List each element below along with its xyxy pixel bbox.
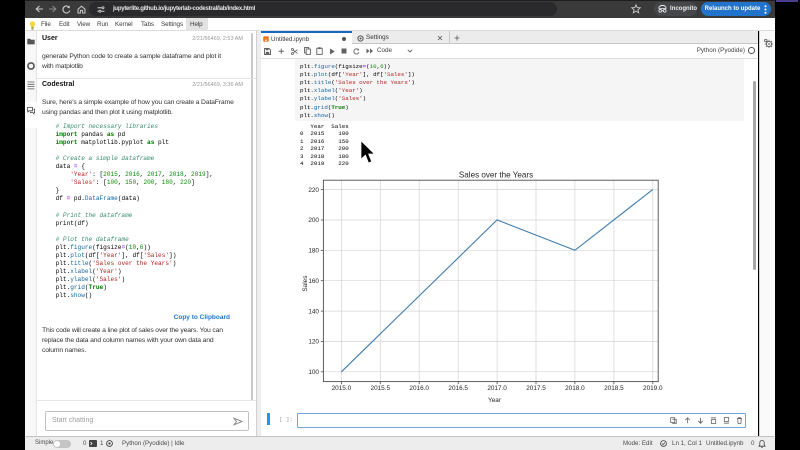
svg-text:Year: Year <box>488 397 502 404</box>
svg-text:2017.0: 2017.0 <box>487 385 507 392</box>
svg-text:2016.0: 2016.0 <box>409 385 429 392</box>
svg-text:2017.5: 2017.5 <box>526 385 546 392</box>
svg-text:2015.0: 2015.0 <box>332 385 352 392</box>
svg-text:200: 200 <box>308 217 319 224</box>
svg-text:140: 140 <box>308 308 319 315</box>
svg-text:2018.5: 2018.5 <box>604 385 624 392</box>
svg-text:2015.5: 2015.5 <box>371 385 391 392</box>
svg-text:Sales: Sales <box>302 276 309 292</box>
svg-text:180: 180 <box>308 248 319 255</box>
svg-text:160: 160 <box>308 278 319 285</box>
svg-text:100: 100 <box>308 369 319 376</box>
svg-text:2018.0: 2018.0 <box>565 385 585 392</box>
svg-text:2019.0: 2019.0 <box>643 385 663 392</box>
svg-text:Sales over the Years: Sales over the Years <box>459 171 533 180</box>
svg-text:120: 120 <box>308 339 319 346</box>
svg-text:2016.5: 2016.5 <box>448 385 468 392</box>
svg-text:220: 220 <box>308 187 319 194</box>
